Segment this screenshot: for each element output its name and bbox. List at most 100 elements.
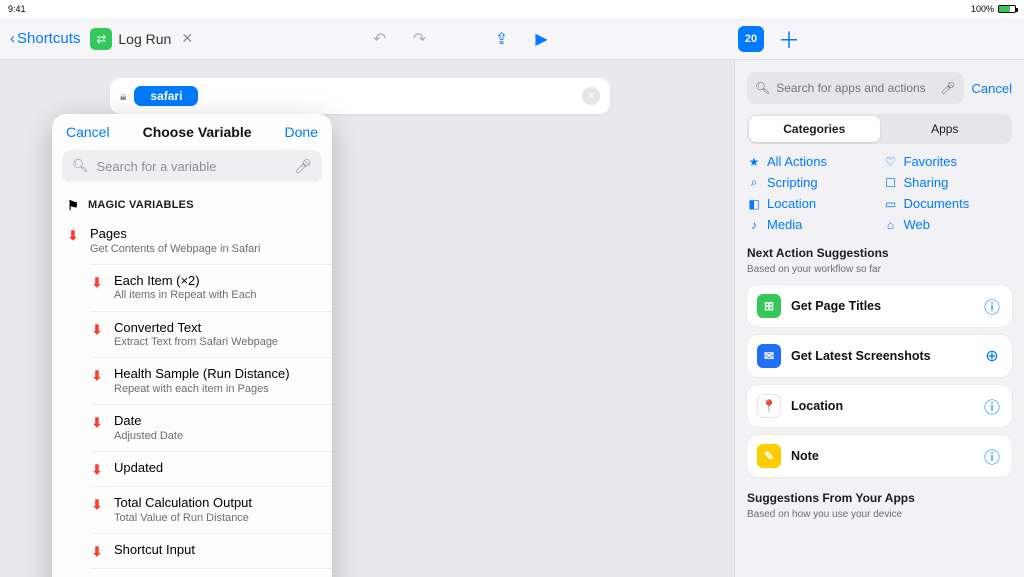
all-actions-icon: ★ (747, 155, 761, 169)
documents-icon: ▭ (884, 197, 898, 211)
category-grid: ★ All Actions ♡ Favorites ⌕ Scripting ☐ Shar… (747, 154, 1012, 232)
variable-search-field[interactable]: 🔍︎ Search for a variable 🎤︎ (62, 150, 322, 182)
variable-row[interactable]: ⬇ Converted TextExtract Text from Safari … (90, 311, 332, 358)
variable-icon: ⬇ (90, 462, 104, 478)
variable-row[interactable]: ⬇AverageNumber (90, 568, 332, 577)
close-shortcut-icon[interactable]: ✕ (177, 30, 197, 47)
variable-row[interactable]: ⬇ Total Calculation OutputTotal Value of … (90, 486, 332, 533)
section-title-next: Next Action Suggestions (747, 246, 1012, 260)
variable-title: Total Calculation Output (114, 495, 252, 511)
variable-title: Date (114, 413, 183, 429)
run-icon[interactable]: ▶ (531, 28, 553, 50)
location-icon: ◧ (747, 197, 761, 211)
variable-subtitle: Extract Text from Safari Webpage (114, 336, 278, 349)
group-header-label: Magic Variables (88, 199, 194, 211)
dictate-icon[interactable]: 🎤︎ (294, 158, 312, 175)
category-label: Sharing (904, 175, 949, 190)
variable-subtitle: Get Contents of Webpage in Safari (90, 243, 260, 256)
undo-icon[interactable]: ↶ (369, 28, 391, 50)
popover-title: Choose Variable (143, 124, 252, 140)
editor-toolbar: ‹ Shortcuts ⇄ Log Run ✕ ↶ ↷ ⇪ ▶ 20 ＋ (0, 18, 1024, 60)
card-app-icon: ✎ (757, 444, 781, 468)
variable-title: Each Item (×2) (114, 273, 256, 289)
category-web[interactable]: ⌂Web (884, 217, 1013, 232)
sharing-icon: ☐ (884, 176, 898, 190)
suggestion-card[interactable]: 📍Locationⓘ (747, 385, 1012, 427)
segment-apps[interactable]: Apps (880, 116, 1011, 142)
web-icon: ⌂ (884, 218, 898, 232)
battery-icon (998, 5, 1016, 13)
category-label: Favorites (904, 154, 957, 169)
category-all-actions[interactable]: ★ All Actions (747, 154, 876, 169)
url-action-row[interactable]: 🔒︎ safari ✕ (110, 78, 610, 114)
category-label: All Actions (767, 154, 827, 169)
card-app-icon: ✉ (757, 344, 781, 368)
variable-title: Converted Text (114, 320, 278, 336)
suggestion-card[interactable]: ✎ Note ⓘ (747, 435, 1012, 477)
variable-row[interactable]: ⬇Updated (90, 451, 332, 486)
category-media[interactable]: ♪ Media (747, 217, 876, 232)
variable-icon: ⬇ (90, 322, 104, 338)
category-label: Location (767, 196, 816, 211)
actions-library-button[interactable]: 20 (738, 26, 764, 52)
category-scripting[interactable]: ⌕ Scripting (747, 175, 876, 190)
category-label: Media (767, 217, 802, 232)
category-documents[interactable]: ▭Documents (884, 196, 1013, 211)
info-icon[interactable]: ⓘ (982, 294, 1002, 318)
segment-categories[interactable]: Categories (749, 116, 880, 142)
variable-row[interactable]: ⬇ Health Sample (Run Distance)Repeat with… (90, 357, 332, 404)
search-icon: 🔍︎ (755, 81, 770, 95)
variable-icon: ⬇ (90, 368, 104, 384)
back-label: Shortcuts (17, 30, 80, 47)
variable-subtitle: Total Value of Run Distance (114, 512, 252, 525)
favorites-icon: ♡ (884, 155, 898, 169)
flag-icon: ⚑ (66, 198, 80, 214)
category-favorites[interactable]: ♡ Favorites (884, 154, 1013, 169)
library-segmented-control[interactable]: Categories Apps (747, 114, 1012, 144)
add-action-button[interactable]: ＋ (778, 23, 800, 55)
suggestion-card[interactable]: ✉Get Latest Screenshots⊕ (747, 335, 1012, 377)
done-button[interactable]: Done (285, 124, 318, 140)
shortcut-chip[interactable]: ⇄ Log Run ✕ (90, 28, 197, 50)
card-app-icon: 📍 (757, 394, 781, 418)
variable-search-placeholder: Search for a variable (97, 159, 287, 174)
dictate-icon[interactable]: 🎤︎ (940, 81, 955, 95)
editor-canvas[interactable]: 🔒︎ safari ✕ Cancel Choose Variable Done … (0, 60, 734, 577)
variable-title: Pages (90, 226, 260, 242)
scripting-icon: ⌕ (747, 175, 761, 190)
variable-icon: ⬇ (90, 415, 104, 431)
status-right: 100% (971, 4, 1016, 14)
media-icon: ♪ (747, 218, 761, 232)
status-bar: 9:41 100% (0, 0, 1024, 18)
redo-icon[interactable]: ↷ (409, 28, 431, 50)
variable-pill[interactable]: safari (134, 86, 198, 106)
variable-icon: ⬇ (90, 497, 104, 513)
variable-row[interactable]: ⬇Each Item (×2)All items in Repeat with … (90, 264, 332, 311)
card-label: Get Page Titles (791, 299, 972, 313)
variable-row[interactable]: ⬇PagesGet Contents of Webpage in Safari (52, 218, 332, 264)
suggestion-card[interactable]: ⊞Get Page Titlesⓘ (747, 285, 1012, 327)
cancel-search-button[interactable]: Cancel (972, 81, 1012, 96)
variable-row[interactable]: ⬇Shortcut Input (90, 533, 332, 568)
share-icon[interactable]: ⇪ (491, 28, 513, 50)
actions-search-field[interactable]: 🔍︎ 🎤︎ (747, 72, 964, 104)
variable-title: Health Sample (Run Distance) (114, 366, 290, 382)
status-percent: 100% (971, 4, 994, 14)
variable-row[interactable]: ⬇DateAdjusted Date (90, 404, 332, 451)
variable-icon: ⬇ (90, 275, 104, 291)
variable-icon: ⬇ (90, 544, 104, 560)
info-icon[interactable]: ⓘ (982, 394, 1002, 418)
status-time: 9:41 (8, 4, 26, 14)
actions-search-input[interactable] (776, 81, 934, 95)
category-location[interactable]: ◧ Location (747, 196, 876, 211)
category-sharing[interactable]: ☐ Sharing (884, 175, 1013, 190)
card-label: Note (791, 449, 972, 463)
info-icon[interactable]: ⓘ (982, 444, 1002, 468)
category-label: Scripting (767, 175, 818, 190)
cancel-button[interactable]: Cancel (66, 124, 110, 140)
clear-text-icon[interactable]: ✕ (582, 87, 600, 105)
lock-icon: 🔒︎ (120, 89, 126, 104)
info-icon[interactable]: ⊕ (982, 346, 1002, 366)
variable-subtitle: Repeat with each item in Pages (114, 383, 290, 396)
back-button[interactable]: ‹ Shortcuts (10, 30, 80, 47)
